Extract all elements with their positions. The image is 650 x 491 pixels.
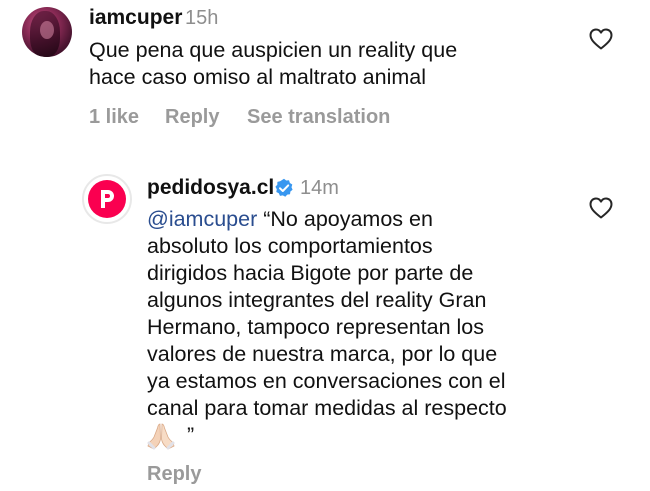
praying-hands-icon (147, 423, 175, 450)
timestamp-iamcuper: 15h (185, 7, 219, 29)
comment-line: @iamcuper “No apoyamos en (147, 206, 507, 233)
comment-text-iamcuper: Que pena que auspicien un reality que ha… (89, 37, 457, 91)
heart-outline-icon[interactable] (589, 197, 613, 219)
comment-line: Hermano, tampoco representan los (147, 315, 485, 339)
closing-quote: ” (181, 423, 195, 447)
comment-line: ya estamos en conversaciones con el (147, 369, 506, 393)
timestamp-pedidosya: 14m (300, 177, 339, 199)
comment-line: absoluto los comportamientos (147, 234, 433, 258)
pedidosya-logo-icon (88, 180, 126, 218)
comment-line: algunos integrantes del reality Gran (147, 288, 487, 312)
comment-text-pedidosya: @iamcuper “No apoyamos en absoluto los c… (147, 206, 507, 449)
avatar-pedidosya[interactable] (82, 174, 132, 224)
mention-link[interactable]: @iamcuper (147, 207, 257, 231)
heart-outline-icon[interactable] (589, 28, 613, 50)
comment-line-rest: “No apoyamos en (257, 207, 433, 231)
pedidosya-p-glyph (101, 190, 114, 208)
reply-button[interactable]: Reply (165, 106, 219, 129)
see-translation-button[interactable]: See translation (247, 106, 390, 129)
avatar-face-shape (40, 21, 54, 39)
avatar-iamcuper[interactable] (22, 7, 72, 57)
username-iamcuper[interactable]: iamcuper (89, 6, 182, 30)
comment-line: ” (147, 422, 507, 449)
comment-line: Que pena que auspicien un reality que (89, 38, 458, 62)
username-pedidosya[interactable]: pedidosya.cl (147, 176, 274, 200)
reply-button[interactable]: Reply (147, 463, 201, 486)
comment-line: hace caso omiso al maltrato animal (89, 65, 426, 89)
comment-line: valores de nuestra marca, por lo que (147, 342, 498, 366)
likes-count-link[interactable]: 1 like (89, 106, 139, 129)
verified-badge-icon (275, 178, 293, 197)
comment-line: dirigidos hacia Bigote por parte de (147, 261, 474, 285)
comment-line: canal para tomar medidas al respecto (147, 396, 507, 420)
